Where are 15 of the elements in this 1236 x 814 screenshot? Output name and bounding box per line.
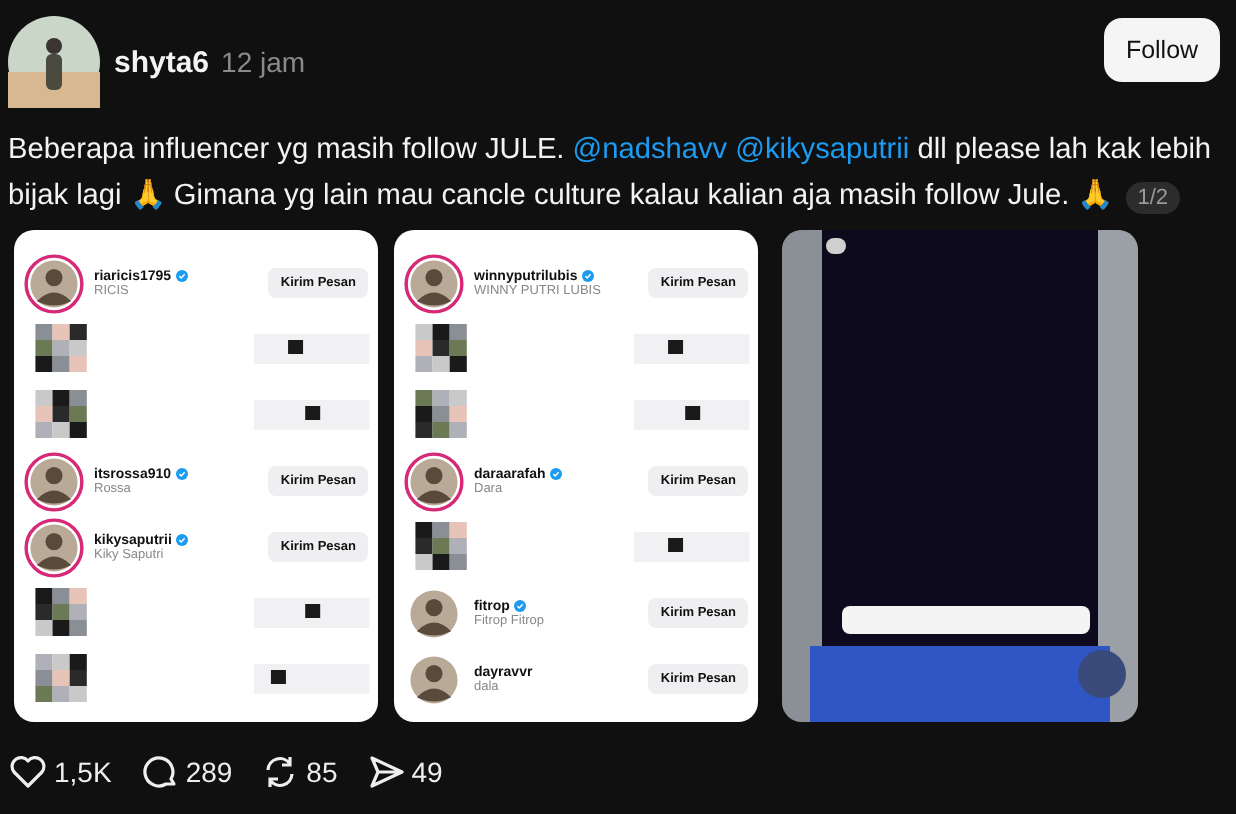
post-time: 12 jam	[221, 46, 306, 78]
repost-button[interactable]: 85	[260, 752, 338, 792]
username[interactable]: shyta6	[114, 45, 210, 79]
comment-icon	[139, 752, 180, 792]
like-button[interactable]: 1,5K	[8, 752, 112, 792]
page-counter: 1/2	[1125, 182, 1181, 214]
avatar[interactable]	[8, 16, 100, 108]
mention-link[interactable]: @nadshavv	[572, 134, 728, 166]
heart-icon	[8, 752, 48, 792]
follow-button[interactable]: Follow	[1104, 18, 1220, 82]
send-icon	[365, 752, 406, 792]
reply-button[interactable]: 289	[139, 752, 233, 792]
post-caption: Beberapa influencer yg masih follow JULE. @nadshavv @kikysaputrii dll please lah kak lebih bijak lagi 🙏 Gimana yg lain mau cancle culture kalau kalian aja masih follow Jule. 🙏 1/2	[8, 132, 1214, 218]
mention-link[interactable]: @kikysaputrii	[735, 134, 910, 166]
share-button[interactable]: 49	[365, 752, 443, 792]
